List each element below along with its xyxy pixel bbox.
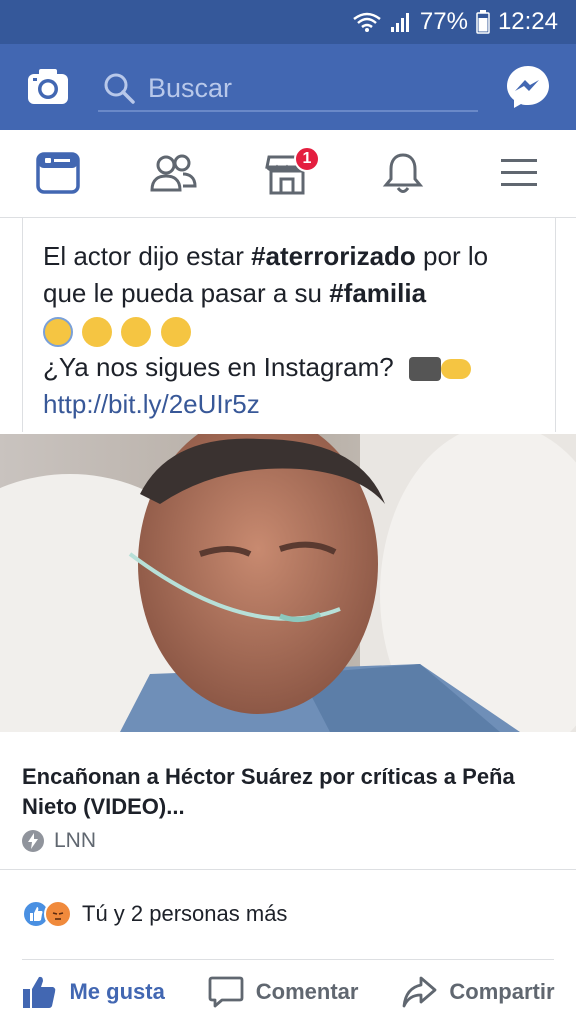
- post-actions: Me gusta Comentar Compartir: [0, 960, 576, 1024]
- pointing-right-emoji: [440, 359, 471, 380]
- status-bar: 77% 12:24: [0, 0, 576, 44]
- share-icon: [402, 976, 437, 1008]
- astonished-face-emoji: [121, 317, 152, 348]
- flushed-face-emoji: [160, 317, 191, 348]
- link-preview-title[interactable]: Encañonan a Héctor Suárez por críticas a…: [22, 762, 562, 822]
- marketplace-badge: 1: [294, 146, 320, 172]
- reactions-text: Tú y 2 personas más: [82, 900, 288, 926]
- post-link[interactable]: http://bit.ly/2eUIr5z: [43, 389, 260, 419]
- tab-friends[interactable]: [148, 148, 198, 198]
- like-label: Me gusta: [69, 979, 165, 1004]
- search-placeholder: Buscar: [148, 72, 233, 103]
- signal-icon: [390, 11, 412, 33]
- tab-menu[interactable]: [494, 148, 544, 198]
- reactions-summary[interactable]: Tú y 2 personas más: [22, 868, 554, 960]
- lightning-bolt-icon: [22, 830, 44, 852]
- wifi-icon: [352, 11, 382, 33]
- tab-news-feed[interactable]: [33, 148, 83, 198]
- like-button[interactable]: Me gusta: [21, 974, 165, 1010]
- messenger-icon[interactable]: [505, 64, 551, 110]
- search-icon: [104, 73, 135, 104]
- angry-reaction-icon: [44, 899, 72, 928]
- camera-icon[interactable]: [26, 66, 70, 106]
- comment-icon: [208, 976, 244, 1008]
- app-header: Buscar: [0, 44, 576, 130]
- search-input[interactable]: Buscar: [98, 66, 478, 112]
- hashtag-link[interactable]: #aterrorizado: [251, 241, 416, 271]
- bell-icon: [382, 153, 424, 193]
- post-text-part: ¿Ya nos sigues en Instagram?: [43, 352, 401, 382]
- friends-icon: [150, 154, 197, 192]
- link-preview-source: LNN: [22, 829, 96, 853]
- thinking-face-emoji: [82, 317, 113, 348]
- share-button[interactable]: Compartir: [401, 974, 555, 1010]
- screaming-face-emoji: [43, 317, 73, 348]
- news-feed-icon: [36, 152, 80, 194]
- link-preview[interactable]: Encañonan a Héctor Suárez por críticas a…: [0, 732, 576, 870]
- camera-flash-emoji: [408, 357, 441, 382]
- post-text-part: El actor dijo estar: [43, 241, 252, 271]
- tab-bar: [0, 130, 576, 218]
- share-label: Compartir: [449, 979, 555, 1004]
- reaction-icons: [22, 899, 72, 928]
- post-image[interactable]: [0, 434, 576, 732]
- hashtag-link[interactable]: #familia: [329, 278, 426, 308]
- tab-notifications[interactable]: [378, 148, 428, 198]
- clock: 12:24: [497, 8, 558, 35]
- post-message: El actor dijo estar #aterrorizado por lo…: [22, 218, 556, 432]
- comment-button[interactable]: Comentar: [208, 974, 359, 1010]
- thumbs-up-icon: [23, 976, 56, 1008]
- hamburger-menu-icon: [501, 159, 537, 186]
- emoji-row: [43, 312, 535, 349]
- source-name: LNN: [54, 829, 97, 852]
- battery-icon: [476, 10, 490, 34]
- battery-percent: 77%: [419, 8, 468, 35]
- comment-label: Comentar: [255, 979, 359, 1004]
